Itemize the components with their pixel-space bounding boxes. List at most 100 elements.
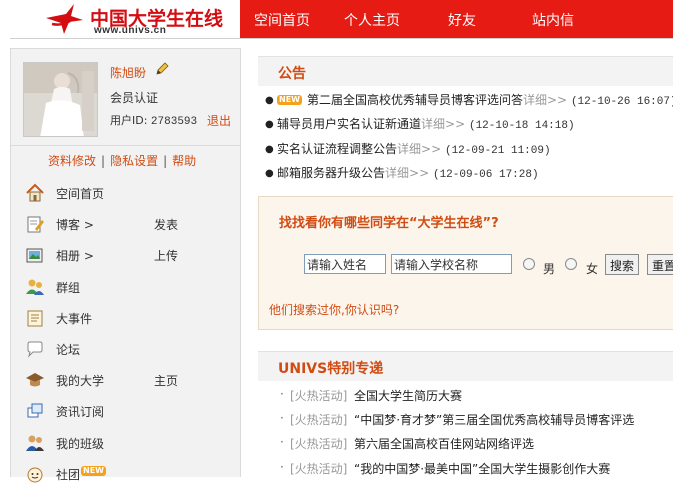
- nav-messages[interactable]: 站内信: [532, 10, 574, 30]
- nav-personal-home[interactable]: 个人主页: [344, 10, 400, 30]
- detail-link[interactable]: 详细>>: [385, 166, 429, 180]
- activity-link[interactable]: “我的中国梦·最美中国”全国大学生摄影创作大赛: [354, 460, 610, 477]
- activity-link[interactable]: “中国梦·育才梦”第三届全国优秀高校辅导员博客评选: [354, 411, 634, 428]
- univs-special-header: UNIVS特别专递: [258, 351, 673, 381]
- sidebar-item-my-class[interactable]: 我的班级: [11, 427, 240, 458]
- site-logo[interactable]: 中国大学生在线 www.univs.cn: [10, 0, 240, 38]
- classmate-search-panel: 找找看你有哪些同学在“大学生在线”? 男 女 搜索 重置 他们搜索过你,你认识吗…: [258, 196, 673, 330]
- announcements-title: 公告: [278, 66, 306, 82]
- bullet-icon: ●: [265, 143, 274, 155]
- user-name[interactable]: 陈旭盼: [110, 64, 146, 81]
- announcement-text[interactable]: 邮箱服务器升级公告: [277, 166, 385, 180]
- sidebar-item-my-university[interactable]: 我的大学 主页: [11, 364, 240, 395]
- sidebar-item-label: 我的大学: [56, 374, 105, 389]
- sidebar-item-groups[interactable]: 群组: [11, 271, 240, 302]
- announcement-body: 辅导员用户实名认证新通道详细>> (12-10-18 14:18): [277, 115, 575, 132]
- bullet-icon: ●: [265, 95, 274, 106]
- hot-activity-tag: [火热活动]: [290, 413, 348, 428]
- sidebar-item-clubs[interactable]: 社团 NEW: [11, 458, 240, 489]
- sidebar-item-subscribe[interactable]: 资讯订阅: [11, 395, 240, 426]
- photo-album-icon: [26, 248, 43, 263]
- bullet-icon: ·: [280, 387, 284, 401]
- sidebar-item-label: 相册 >: [56, 249, 94, 264]
- profile-links: 资料修改 | 隐私设置 | 帮助: [48, 152, 196, 169]
- logout-link[interactable]: 退出: [207, 112, 231, 129]
- sidebar-item-label: 论坛: [56, 342, 81, 357]
- gender-female-label: 女: [586, 262, 599, 276]
- reset-button[interactable]: 重置: [647, 254, 673, 275]
- club-label-text: 社团: [56, 467, 81, 482]
- list-item[interactable]: ● 邮箱服务器升级公告详细>> (12-09-06 17:28): [265, 163, 673, 187]
- searched-you-link[interactable]: 他们搜索过你,你认识吗?: [269, 301, 399, 318]
- link-separator: |: [163, 154, 168, 168]
- sidebar-item-forum[interactable]: 论坛: [11, 333, 240, 364]
- avatar[interactable]: [23, 62, 98, 137]
- nav-friends[interactable]: 好友: [448, 10, 476, 30]
- avatar-photo: [24, 63, 97, 136]
- nav-space-home[interactable]: 空间首页: [254, 10, 310, 30]
- univs-special-title: UNIVS特别专递: [278, 361, 384, 377]
- list-item[interactable]: ● NEW 第二届全国高校优秀辅导员博客评选问答详细>> (12-10-26 16…: [265, 90, 673, 114]
- edit-profile-link[interactable]: 资料修改: [48, 154, 96, 168]
- blog-publish-link[interactable]: 发表: [154, 216, 178, 233]
- univs-special-list: · [火热活动] 全国大学生简历大赛 · [火热活动] “中国梦·育才梦”第三届…: [280, 386, 673, 483]
- bullet-icon: ·: [280, 435, 284, 450]
- announcement-time: (12-10-26 16:07): [570, 96, 673, 108]
- list-item[interactable]: · [火热活动] “我的中国梦·最美中国”全国大学生摄影创作大赛: [280, 459, 673, 483]
- link-separator: |: [101, 154, 106, 168]
- edit-pencil-icon[interactable]: [154, 61, 170, 77]
- detail-link[interactable]: 详细>>: [397, 142, 441, 156]
- announcement-text[interactable]: 第二届全国高校优秀辅导员博客评选问答: [307, 93, 523, 107]
- announcement-time: (12-09-21 11:09): [444, 144, 551, 157]
- help-link[interactable]: 帮助: [172, 154, 196, 168]
- announcement-text[interactable]: 辅导员用户实名认证新通道: [277, 117, 421, 131]
- sidebar-item-label: 社团 NEW: [56, 465, 106, 483]
- sidebar-item-space-home[interactable]: 空间首页: [11, 177, 240, 208]
- list-item[interactable]: · [火热活动] “中国梦·育才梦”第三届全国优秀高校辅导员博客评选: [280, 410, 673, 434]
- announcement-body: 邮箱服务器升级公告详细>> (12-09-06 17:28): [277, 164, 539, 181]
- hot-activity-tag: [火热活动]: [290, 437, 348, 452]
- logo-url: www.univs.cn: [94, 25, 167, 36]
- university-home-link[interactable]: 主页: [154, 372, 178, 389]
- sidebar-menu: 空间首页 博客 > 发表 相册 > 上传 群组 大事件 论坛 我的大学 主页 资…: [11, 177, 240, 489]
- activity-link[interactable]: 全国大学生简历大赛: [354, 387, 462, 404]
- new-badge: NEW: [81, 465, 106, 476]
- school-input[interactable]: [391, 254, 512, 274]
- activity-link[interactable]: 第六届全国高校百佳网站网络评选: [354, 435, 534, 452]
- list-item[interactable]: ● 实名认证流程调整公告详细>> (12-09-21 11:09): [265, 139, 673, 163]
- sidebar-item-blog[interactable]: 博客 > 发表: [11, 208, 240, 239]
- privacy-settings-link[interactable]: 隐私设置: [110, 154, 158, 168]
- detail-link[interactable]: 详细>>: [523, 93, 567, 107]
- announcement-body: 实名认证流程调整公告详细>> (12-09-21 11:09): [277, 140, 551, 157]
- sidebar-item-album[interactable]: 相册 > 上传: [11, 239, 240, 270]
- list-item[interactable]: · [火热活动] 全国大学生简历大赛: [280, 386, 673, 410]
- list-item[interactable]: · [火热活动] 第六届全国高校百佳网站网络评选: [280, 434, 673, 458]
- detail-link[interactable]: 详细>>: [421, 117, 465, 131]
- gender-male-radio[interactable]: [523, 258, 535, 270]
- user-id: 用户ID: 2783593: [110, 112, 197, 128]
- gender-female-radio[interactable]: [565, 258, 577, 270]
- search-button[interactable]: 搜索: [605, 254, 640, 275]
- event-icon: [27, 310, 43, 327]
- announcement-body: NEW 第二届全国高校优秀辅导员博客评选问答详细>> (12-10-26 16:0…: [277, 91, 673, 108]
- list-item[interactable]: ● 辅导员用户实名认证新通道详细>> (12-10-18 14:18): [265, 114, 673, 138]
- club-icon: [27, 467, 43, 483]
- hot-activity-tag: [火热活动]: [290, 389, 348, 403]
- album-upload-link[interactable]: 上传: [154, 247, 178, 264]
- user-id-label: 用户ID:: [110, 114, 148, 127]
- group-icon: [26, 279, 44, 295]
- bullet-icon: ·: [280, 411, 284, 426]
- name-input[interactable]: [304, 254, 386, 274]
- announcements-list: ● NEW 第二届全国高校优秀辅导员博客评选问答详细>> (12-10-26 16…: [265, 90, 673, 188]
- sidebar-item-label: 空间首页: [56, 187, 105, 201]
- new-badge: NEW: [277, 95, 302, 105]
- university-icon: [26, 373, 44, 387]
- sidebar-item-label: 大事件: [56, 311, 93, 326]
- sidebar-item-events[interactable]: 大事件: [11, 302, 240, 333]
- class-icon: [26, 435, 44, 451]
- sidebar-item-label: 资讯订阅: [56, 405, 105, 420]
- sidebar-item-label: 群组: [56, 280, 81, 295]
- announcement-text[interactable]: 实名认证流程调整公告: [277, 142, 397, 156]
- home-icon: [26, 183, 44, 202]
- forum-icon: [27, 341, 43, 358]
